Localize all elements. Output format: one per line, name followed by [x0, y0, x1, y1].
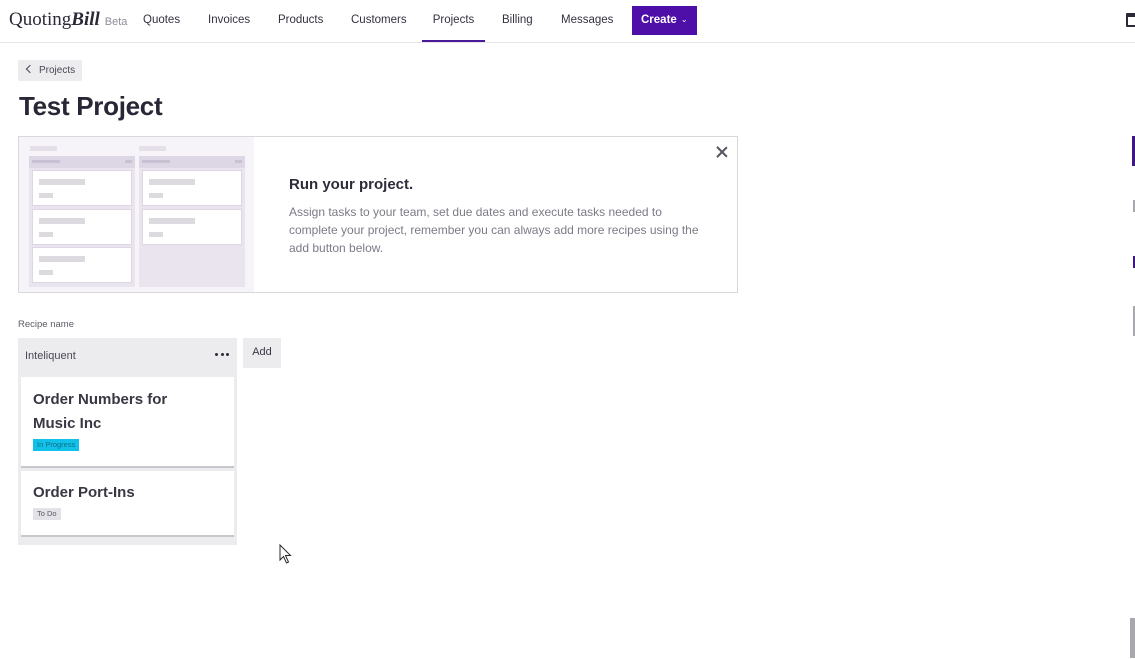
nav-item-customers[interactable]: Customers — [351, 0, 407, 42]
onboarding-banner: Run your project. Assign tasks to your t… — [18, 136, 738, 293]
recipe-column-name[interactable]: Inteliquent — [25, 350, 76, 362]
brand-name-part1: Quoting — [9, 9, 72, 30]
beta-badge: Beta — [104, 16, 128, 28]
status-badge: To Do — [33, 508, 61, 520]
task-title: Order Port-Ins — [33, 484, 135, 501]
recipe-column: Inteliquent Order Numbers for Music Inc … — [18, 338, 237, 545]
status-badge: In Progress — [33, 439, 80, 451]
task-card[interactable]: Order Port-Ins To Do — [21, 471, 234, 537]
nav-item-billing[interactable]: Billing — [502, 0, 533, 42]
right-panel-fragment — [1130, 618, 1135, 658]
brand-name-part2: Bill — [71, 9, 100, 30]
page-title: Test Project — [19, 91, 163, 121]
top-navigation: Quoting Bill Beta Quotes Invoices Product… — [0, 0, 1135, 43]
recipe-name-label: Recipe name — [18, 319, 74, 330]
add-recipe-button[interactable]: Add — [243, 338, 281, 368]
nav-item-invoices[interactable]: Invoices — [208, 0, 250, 42]
chevron-left-icon — [25, 64, 35, 74]
banner-heading: Run your project. — [289, 176, 414, 193]
brand-logo[interactable]: Quoting Bill Beta — [9, 9, 127, 31]
nav-item-quotes[interactable]: Quotes — [143, 0, 180, 42]
kanban-illustration — [19, 137, 254, 292]
close-icon[interactable] — [715, 145, 729, 159]
back-to-projects-button[interactable]: Projects — [18, 60, 82, 81]
task-card[interactable]: Order Numbers for Music Inc In Progress — [21, 377, 234, 468]
mouse-cursor-icon — [279, 544, 292, 564]
back-button-label: Projects — [39, 65, 76, 76]
nav-item-products[interactable]: Products — [278, 0, 323, 42]
chevron-down-icon: ⌄ — [680, 15, 688, 24]
nav-item-messages[interactable]: Messages — [561, 0, 613, 42]
create-button-label: Create — [641, 14, 677, 26]
task-title: Order Numbers for Music Inc — [33, 391, 168, 432]
store-icon[interactable] — [1126, 13, 1135, 27]
create-button[interactable]: Create ⌄ — [632, 6, 697, 35]
more-options-icon[interactable] — [215, 350, 229, 358]
nav-item-projects[interactable]: Projects — [422, 0, 485, 42]
banner-description: Assign tasks to your team, set due dates… — [289, 205, 699, 255]
